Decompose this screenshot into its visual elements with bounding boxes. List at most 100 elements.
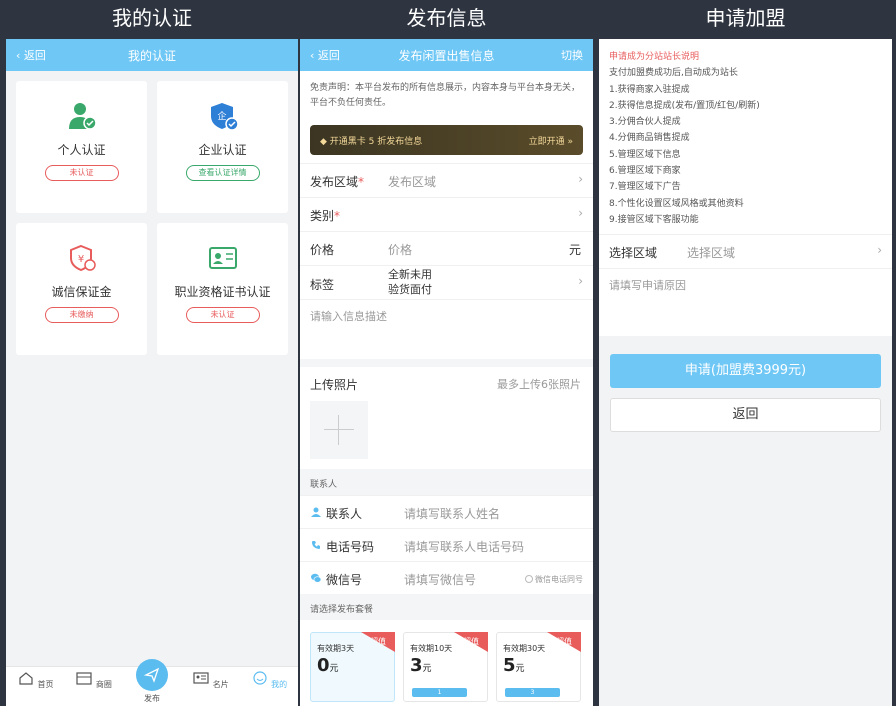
tag-label: 标签 (310, 278, 335, 292)
publish-button[interactable] (136, 659, 169, 691)
package-option[interactable]: 超值 有效期30天 5元 3 (496, 632, 581, 702)
view-details-button[interactable]: 查看认证详情 (185, 165, 260, 181)
status-badge[interactable]: 未认证 (185, 307, 260, 323)
apply-line: 7.管理区域下广告 (609, 182, 681, 193)
tag-values: 全新未用 验货面付 (388, 267, 432, 297)
package-title: 有效期10天 (410, 644, 453, 653)
disclaimer-text: 免责声明：本平台发布的所有信息展示，内容本身与平台本身无关，平台不负任何责任。 (310, 83, 581, 108)
tab-publish[interactable]: 发布 (123, 659, 181, 706)
price-row[interactable]: 价格 价格 元 (300, 231, 593, 265)
person-icon (311, 507, 321, 517)
category-row[interactable]: 类别* › (300, 197, 593, 231)
tab-card[interactable]: 名片 (181, 667, 239, 706)
card-label: 个人认证 (57, 143, 106, 157)
region-label-text: 发布区域 (310, 175, 359, 189)
wechat-row[interactable]: 微信号 请填写微信号 微信电话同号 (300, 561, 593, 594)
person-check-icon (68, 103, 97, 130)
package-price: 3元 (410, 655, 432, 676)
vip-banner[interactable]: ◆ 开通黑卡 5 折发布信息 立即开通 » (310, 125, 583, 155)
wechat-label: 微信号 (326, 573, 363, 587)
tab-home[interactable]: 首页 (6, 667, 64, 706)
package-bar: 1 (412, 688, 467, 697)
header-publish-info: 发布信息 (406, 6, 487, 30)
package-price: 5元 (503, 655, 525, 676)
apply-button[interactable]: 申请(加盟费3999元) (610, 354, 881, 389)
wechat-same-label: 微信电话同号 (535, 575, 583, 584)
area-label: 选择区域 (609, 246, 658, 261)
price-label: 价格 (310, 243, 335, 257)
tag-row[interactable]: 标签 全新未用 验货面付 › (300, 265, 593, 299)
navbar: ‹ 返回 发布闲置出售信息 切换 (300, 39, 593, 71)
apply-line: 5.管理区域下信息 (609, 149, 681, 160)
header-my-verification: 我的认证 (112, 6, 192, 30)
add-photo-button[interactable] (310, 401, 368, 459)
card-label: 诚信保证金 (51, 285, 112, 299)
shield-enterprise-icon: 企 (210, 103, 238, 131)
package-price: 0元 (317, 655, 339, 676)
contact-input[interactable]: 请填写联系人姓名 (404, 505, 500, 522)
required-mark: * (358, 175, 365, 189)
card-certificate[interactable]: 职业资格证书认证 未认证 (157, 223, 288, 355)
package-title: 有效期30天 (503, 644, 546, 653)
required-mark: * (334, 209, 341, 223)
tag-new[interactable]: 全新未用 (388, 267, 432, 282)
apply-heading: 申请成为分站站长说明 (609, 52, 700, 62)
photo-hint: 最多上传6张照片 (497, 378, 581, 391)
status-badge[interactable]: 未认证 (44, 165, 119, 181)
page-title: 我的认证 (127, 49, 176, 63)
price-value: 3 (410, 655, 423, 676)
svg-text:企: 企 (217, 110, 226, 122)
package-option[interactable]: 超值 有效期10天 3元 1 (403, 632, 488, 702)
photo-label: 上传照片 (310, 378, 359, 392)
description-input[interactable]: 请输入信息描述 (300, 299, 593, 359)
smile-icon (252, 671, 267, 685)
phone-row[interactable]: 电话号码 请填写联系人电话号码 (300, 528, 593, 561)
phone-input[interactable]: 请填写联系人电话号码 (404, 538, 524, 555)
reason-input[interactable]: 请填写申请原因 (599, 268, 892, 337)
tab-label: 名片 (212, 680, 229, 689)
bottom-tabbar: 首页 商圈 发布 名片 我的 (6, 659, 298, 706)
contact-section-title: 联系人 (300, 469, 593, 495)
region-row[interactable]: 发布区域* 发布区域 › (300, 163, 593, 197)
tab-label: 首页 (37, 680, 54, 689)
return-button[interactable]: 返回 (610, 398, 881, 433)
tag-inspect[interactable]: 验货面付 (388, 282, 432, 297)
card-personal-verification[interactable]: 个人认证 未认证 (16, 81, 147, 213)
area-row[interactable]: 选择区域 选择区域 › (599, 234, 892, 269)
vip-offer-label: 开通黑卡 5 折发布信息 (329, 137, 423, 147)
publish-info-screen: ‹ 返回 发布闲置出售信息 切换 免责声明：本平台发布的所有信息展示，内容本身与… (300, 39, 593, 706)
chevron-right-icon: › (578, 274, 583, 288)
card-label: 企业认证 (198, 143, 247, 157)
tab-mine[interactable]: 我的 (240, 667, 298, 706)
package-option[interactable]: 超值 有效期3天 0元 (310, 632, 395, 702)
apply-line: 6.管理区域下商家 (609, 166, 681, 177)
category-label: 类别* (310, 207, 340, 224)
contact-label: 联系人 (326, 507, 363, 521)
price-value: 5 (503, 655, 516, 676)
page-title: 发布闲置出售信息 (398, 49, 495, 63)
apply-description: 申请成为分站站长说明 支付加盟费成功后,自动成为站长 1.获得商家入驻提成 2.… (599, 39, 892, 235)
chevron-right-icon: › (578, 206, 583, 220)
package-bar: 3 (505, 688, 560, 697)
photo-row: 上传照片 最多上传6张照片 (300, 367, 593, 397)
apply-line: 1.获得商家入驻提成 (609, 84, 690, 95)
price-unit: 元 (329, 664, 339, 674)
contact-row[interactable]: 联系人 请填写联系人姓名 (300, 495, 593, 528)
card-enterprise-verification[interactable]: 企 企业认证 查看认证详情 (157, 81, 288, 213)
header-apply-join: 申请加盟 (705, 6, 786, 30)
tab-label: 商圈 (95, 680, 112, 689)
switch-button[interactable]: 切换 (561, 47, 583, 63)
vip-open-link[interactable]: 立即开通 » (529, 134, 573, 147)
status-badge[interactable]: 未缴纳 (44, 307, 119, 323)
tab-label: 我的 (271, 680, 288, 689)
ribbon-badge: 超值 (547, 632, 581, 652)
wechat-input[interactable]: 请填写微信号 (404, 571, 476, 588)
card-deposit[interactable]: ¥ 诚信保证金 未缴纳 (16, 223, 147, 355)
phone-icon (312, 541, 320, 549)
tab-business[interactable]: 商圈 (64, 667, 122, 706)
package-list: 超值 有效期3天 0元 超值 有效期10天 3元 1 超值 有效期30天 5元 … (300, 620, 593, 706)
wechat-same-checkbox[interactable]: 微信电话同号 (525, 574, 583, 585)
store-icon (76, 672, 92, 685)
price-input[interactable]: 价格 (388, 241, 412, 258)
package-title: 有效期3天 (317, 644, 355, 653)
